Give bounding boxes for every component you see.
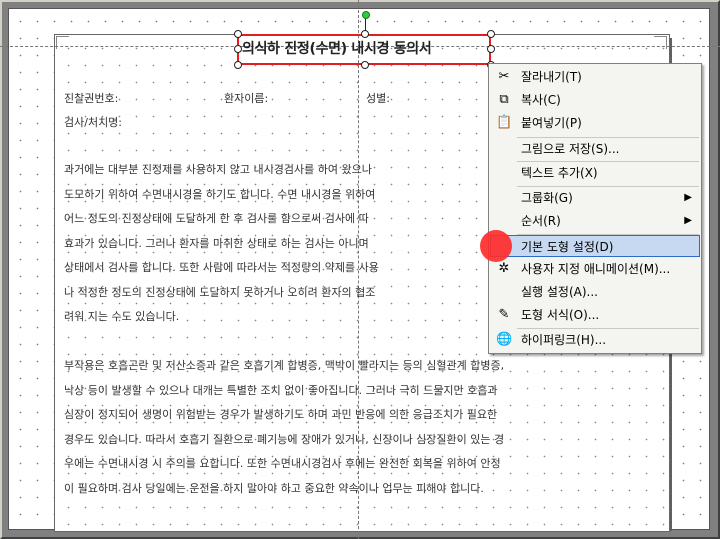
menu-item-label: 복사(C) bbox=[521, 93, 561, 107]
context-menu[interactable]: ✂ 잘라내기(T) ⧉ 복사(C) 📋 붙여넣기(P) 그림으로 저장(S)..… bbox=[488, 63, 702, 354]
copy-icon: ⧉ bbox=[499, 92, 509, 107]
menu-item-format-shape[interactable]: ✎ 도형 서식(O)... bbox=[490, 304, 700, 326]
menu-item-label: 도형 서식(O)... bbox=[521, 308, 600, 322]
menu-item-copy[interactable]: ⧉ 복사(C) bbox=[490, 89, 700, 111]
menu-item-action-settings[interactable]: 실행 설정(A)... bbox=[490, 281, 700, 303]
resize-handle-top-right[interactable] bbox=[487, 30, 495, 38]
paragraph-line: 도모하기 위하여 수면내시경을 하기도 합니다. 수면 내시경을 위하여 bbox=[64, 187, 376, 201]
menu-item-group[interactable]: 그룹화(G) ▶ bbox=[490, 187, 700, 209]
custom-animation-icon: ✲ bbox=[498, 261, 510, 276]
menu-item-paste[interactable]: 📋 붙여넣기(P) bbox=[490, 112, 700, 134]
click-marker bbox=[480, 230, 512, 262]
menu-item-set-default-shape[interactable]: 기본 도형 설정(D) bbox=[490, 235, 700, 257]
paragraph-line: 어느 정도의 진정상태에 도달하게 한 후 검사를 함으로써 검사에 따 bbox=[64, 212, 369, 225]
resize-handle-left[interactable] bbox=[234, 45, 242, 53]
submenu-arrow-icon: ▶ bbox=[684, 192, 692, 203]
field-exam-name: 검사/처치명: bbox=[64, 116, 123, 129]
menu-item-label: 그룹화(G) bbox=[521, 191, 573, 205]
rotation-handle[interactable] bbox=[362, 11, 370, 19]
field-sex: 성별: bbox=[366, 92, 390, 105]
menu-item-add-text[interactable]: 텍스트 추가(X) bbox=[490, 162, 700, 184]
menu-item-label: 실행 설정(A)... bbox=[521, 285, 598, 299]
resize-handle-bottom[interactable] bbox=[361, 61, 369, 69]
paragraph-line: 나 적정한 정도의 진정상태에 도달하지 못하거나 오히려 환자의 협조 bbox=[64, 285, 376, 299]
format-shape-icon: ✎ bbox=[498, 307, 510, 322]
resize-handle-top-left[interactable] bbox=[234, 30, 242, 38]
menu-item-label: 잘라내기(T) bbox=[521, 70, 582, 84]
resize-handle-top[interactable] bbox=[361, 30, 369, 38]
page-corner-mark bbox=[56, 36, 69, 49]
body-paragraph-2: 부작용은 호흡곤란 및 저산소증과 같은 호흡기계 합병증, 맥박이 빨라지는 … bbox=[64, 354, 504, 501]
paragraph-line: 부작용은 호흡곤란 및 저산소증과 같은 호흡기계 합병증, 맥박이 빨라지는 … bbox=[64, 359, 505, 372]
paste-icon: 📋 bbox=[496, 115, 513, 130]
menu-item-order[interactable]: 순서(R) ▶ bbox=[490, 210, 700, 232]
page-corner-mark bbox=[654, 36, 667, 49]
paragraph-line: 경우도 있습니다. 따라서 호흡기 질환으로 폐기능에 장애가 있거나, 신장이… bbox=[64, 432, 505, 446]
body-paragraph-1: 과거에는 대부분 진정제를 사용하지 않고 내시경검사를 하여 왔으나 도모하기… bbox=[64, 158, 379, 330]
paragraph-line: 낙상 등이 발생할 수 있으나 대개는 특별한 조치 없이 좋아집니다. 그러나… bbox=[64, 383, 498, 397]
menu-item-cut[interactable]: ✂ 잘라내기(T) bbox=[490, 66, 700, 88]
menu-item-label: 그림으로 저장(S)... bbox=[521, 142, 620, 156]
menu-item-label: 붙여넣기(P) bbox=[521, 116, 582, 130]
resize-handle-right[interactable] bbox=[487, 45, 495, 53]
paragraph-line: 과거에는 대부분 진정제를 사용하지 않고 내시경검사를 하여 왔으나 bbox=[64, 163, 372, 176]
paragraph-line: 이 필요하며 검사 당일에는 운전을 하지 말아야 하고 중요한 약속이나 업무… bbox=[64, 481, 484, 495]
hyperlink-icon: 🌐 bbox=[496, 332, 513, 347]
field-chart-number: 진찰권번호: bbox=[64, 92, 119, 105]
resize-handle-bottom-left[interactable] bbox=[234, 61, 242, 69]
paragraph-line: 심장이 정지되어 생명이 위험받는 경우가 발생하기도 하며 과민 반응에 의한… bbox=[64, 408, 498, 421]
field-patient-name: 환자이름: bbox=[224, 92, 269, 105]
menu-item-save-as-picture[interactable]: 그림으로 저장(S)... bbox=[490, 138, 700, 160]
paragraph-line: 효과가 있습니다. 그러나 환자를 마취한 상태로 하는 검사는 아니며 bbox=[64, 236, 369, 250]
paragraph-line: 려워 지는 수도 있습니다. bbox=[64, 310, 180, 323]
menu-item-label: 하이퍼링크(H)... bbox=[521, 333, 607, 347]
menu-item-label: 기본 도형 설정(D) bbox=[521, 240, 614, 254]
menu-item-label: 순서(R) bbox=[521, 214, 561, 228]
paragraph-line: 우에는 수면내시경 시 주의를 요합니다. 또한 수면내시경검사 후에는 완전한… bbox=[64, 457, 501, 470]
menu-item-label: 텍스트 추가(X) bbox=[521, 166, 598, 180]
paragraph-line: 상태에서 검사를 합니다. 또한 사람에 따라서는 적정량의 약제를 사용 bbox=[64, 261, 379, 274]
menu-item-hyperlink[interactable]: 🌐 하이퍼링크(H)... bbox=[490, 329, 700, 351]
scissors-icon: ✂ bbox=[498, 69, 510, 84]
submenu-arrow-icon: ▶ bbox=[684, 215, 692, 226]
menu-item-label: 사용자 지정 애니메이션(M)... bbox=[521, 262, 671, 276]
document-title[interactable]: 의식하 진정(수면) 내시경 동의서 bbox=[242, 38, 432, 58]
menu-item-custom-animation[interactable]: ✲ 사용자 지정 애니메이션(M)... bbox=[490, 258, 700, 280]
